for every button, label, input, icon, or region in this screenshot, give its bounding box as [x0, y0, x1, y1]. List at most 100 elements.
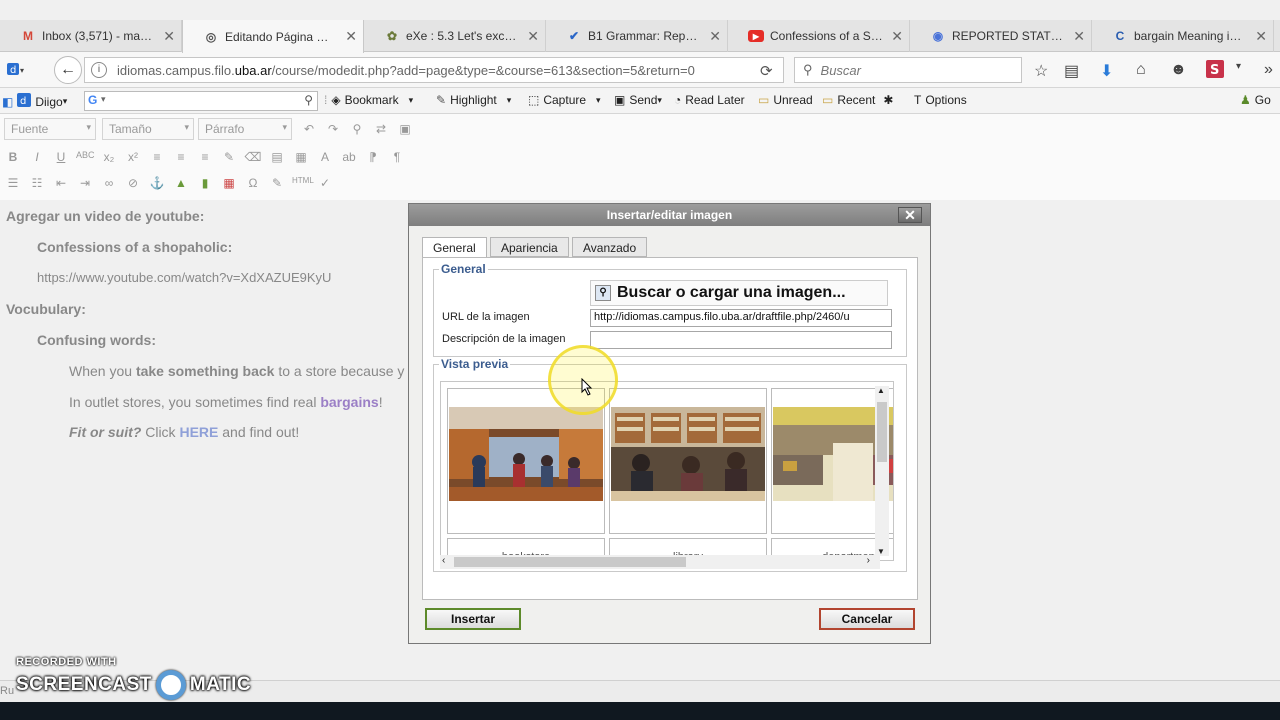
tab-1[interactable]: ◎ Editando Página web ... ✕	[182, 20, 364, 53]
rtl-icon[interactable]: ¶	[388, 150, 406, 164]
html-icon[interactable]: HTML	[292, 176, 314, 190]
cancel-button[interactable]: Cancelar	[819, 608, 915, 630]
tab-4[interactable]: ▶ Confessions of a Sho... ✕	[728, 20, 910, 52]
redo-icon[interactable]: ↷	[324, 122, 342, 136]
unlink-icon[interactable]: ⊘	[124, 176, 142, 190]
send-button[interactable]: ▣ Send ▾	[614, 93, 662, 107]
indent-icon[interactable]: ⇥	[76, 176, 94, 190]
browse-upload-button[interactable]: ⚲ Buscar o cargar una imagen...	[590, 280, 888, 306]
tab-general[interactable]: General	[422, 237, 487, 258]
unread-button[interactable]: ▭ Unread	[758, 93, 813, 107]
image-icon[interactable]: ▲	[172, 176, 190, 190]
image-url-input[interactable]: http://idiomas.campus.filo.uba.ar/draftf…	[590, 309, 892, 327]
back-button[interactable]: ←	[54, 56, 82, 84]
read-later-button[interactable]: ◔ Read Later	[674, 93, 745, 107]
preview-vertical-scrollbar[interactable]: ▲ ▼	[875, 386, 889, 556]
align-left-icon[interactable]: ≡	[148, 150, 166, 164]
editor-toolbar: Fuente ▾ Tamaño ▾ Párrafo ▾ ↶ ↷ ⚲ ⇄ ▣ B I U ABC…	[0, 114, 1280, 200]
s-extension-icon[interactable]: S	[1206, 60, 1224, 78]
scroll-up-icon[interactable]: ▲	[877, 386, 885, 395]
align-right-icon[interactable]: ≡	[196, 150, 214, 164]
ltr-icon[interactable]: ⁋	[364, 150, 382, 164]
tab-close-icon[interactable]: ✕	[163, 28, 175, 45]
paste-word-icon[interactable]: ▦	[292, 150, 310, 164]
eraser-icon[interactable]: ⌫	[244, 150, 262, 164]
folder-icon: ▭	[758, 93, 770, 107]
edit-icon[interactable]: ✎	[268, 176, 286, 190]
preview-horizontal-scrollbar[interactable]: ‹ ›	[440, 555, 880, 569]
youtube-link[interactable]: https://www.youtube.com/watch?v=XdXAZUE9…	[37, 270, 331, 285]
tab-3[interactable]: ✔ B1 Grammar: Reporte... ✕	[546, 20, 728, 52]
tab-6[interactable]: Cbargain Meaning in t... ✕	[1092, 20, 1274, 52]
highlight-button[interactable]: ✎ Highlight ▾	[436, 93, 511, 107]
description-label: Descripción de la imagen	[442, 333, 566, 345]
strikethrough-icon[interactable]: ABC	[76, 150, 95, 164]
tab-5[interactable]: ◉ REPORTED STATEME... ✕	[910, 20, 1092, 52]
size-select[interactable]: Tamaño ▾	[102, 118, 194, 140]
outdent-icon[interactable]: ⇤	[52, 176, 70, 190]
clean-icon[interactable]: ✎	[220, 150, 238, 164]
tab-close-icon[interactable]: ✕	[709, 28, 721, 45]
options-button[interactable]: T Options	[914, 93, 967, 107]
capture-button[interactable]: ⬚ Capture ▾	[528, 93, 601, 107]
bold-icon[interactable]: B	[4, 150, 22, 164]
undo-icon[interactable]: ↶	[300, 122, 318, 136]
find-icon[interactable]: ⚲	[348, 122, 366, 136]
reload-icon[interactable]: ⟳	[760, 62, 773, 80]
anchor-icon[interactable]: ⚓	[148, 176, 166, 190]
tab-close-icon[interactable]: ✕	[345, 28, 357, 45]
text-color-icon[interactable]: A	[316, 150, 334, 164]
recent-button[interactable]: ▭ Recent ✱	[822, 93, 897, 107]
dialog-titlebar[interactable]: Insertar/editar imagen ✕	[409, 204, 930, 226]
info-icon[interactable]: i	[91, 62, 107, 78]
align-center-icon[interactable]: ≡	[172, 150, 190, 164]
overflow-menu-icon[interactable]: »	[1264, 61, 1273, 79]
here-link[interactable]: HERE	[179, 424, 218, 440]
tab-close-icon[interactable]: ✕	[1255, 28, 1267, 45]
fullscreen-icon[interactable]: ▣	[396, 122, 414, 136]
bullet-list-icon[interactable]: ☰	[4, 176, 22, 190]
media-icon[interactable]: ▮	[196, 176, 214, 190]
download-icon[interactable]: ⬇	[1100, 61, 1113, 81]
background-color-icon[interactable]: ab	[340, 150, 358, 164]
numbered-list-icon[interactable]: ☷	[28, 176, 46, 190]
diigo-menu-icon[interactable]: d ▾	[6, 61, 28, 77]
special-char-icon[interactable]: Ω	[244, 176, 262, 190]
tab-0[interactable]: M Inbox (3,571) - maral9... ✕	[0, 20, 182, 52]
search-input[interactable]: ⚲ Buscar	[794, 57, 1022, 83]
scroll-right-icon[interactable]: ›	[867, 555, 870, 566]
bookmark-button[interactable]: ⁞ ◈ Bookmark ▾	[324, 93, 413, 107]
home-icon[interactable]: ⌂	[1136, 61, 1146, 79]
google-search-input[interactable]: G ▾ ⚲	[84, 91, 318, 111]
tab-appearance[interactable]: Apariencia	[490, 237, 569, 257]
smiley-icon[interactable]: ☻	[1170, 61, 1187, 79]
subscript-icon[interactable]: x₂	[100, 150, 118, 164]
insert-button[interactable]: Insertar	[425, 608, 521, 630]
tab-advanced[interactable]: Avanzado	[572, 237, 648, 257]
diigo-button[interactable]: ◧ d Diigo ▾	[2, 93, 67, 110]
tab-2[interactable]: ✿ eXe : 5.3 Let's exchan... ✕	[364, 20, 546, 52]
scroll-left-icon[interactable]: ‹	[442, 555, 445, 566]
extension-dropdown-icon[interactable]: ▾	[1236, 61, 1241, 72]
reading-list-icon[interactable]: ▤	[1064, 61, 1079, 81]
spellcheck-icon[interactable]: ✓	[316, 176, 334, 190]
thumbnail-library[interactable]	[609, 388, 767, 534]
italic-icon[interactable]: I	[28, 150, 46, 164]
url-bar[interactable]: i idiomas.campus.filo. uba.ar/course/mode…	[84, 57, 784, 83]
paragraph-select[interactable]: Párrafo ▾	[198, 118, 292, 140]
image-description-input[interactable]	[590, 331, 892, 349]
tab-close-icon[interactable]: ✕	[891, 28, 903, 45]
replace-icon[interactable]: ⇄	[372, 122, 390, 136]
star-icon[interactable]: ☆	[1034, 61, 1048, 81]
font-select[interactable]: Fuente ▾	[4, 118, 96, 140]
underline-icon[interactable]: U	[52, 150, 70, 164]
paste-icon[interactable]: ▤	[268, 150, 286, 164]
tab-close-icon[interactable]: ✕	[1073, 28, 1085, 45]
link-icon[interactable]: ∞	[100, 176, 118, 190]
go-button[interactable]: ♟ Go	[1240, 93, 1271, 107]
search-icon[interactable]: ⚲	[304, 93, 313, 107]
moodle-media-icon[interactable]: ▦	[220, 176, 238, 190]
tab-close-icon[interactable]: ✕	[527, 28, 539, 45]
superscript-icon[interactable]: x²	[124, 150, 142, 164]
close-icon[interactable]: ✕	[898, 207, 922, 223]
